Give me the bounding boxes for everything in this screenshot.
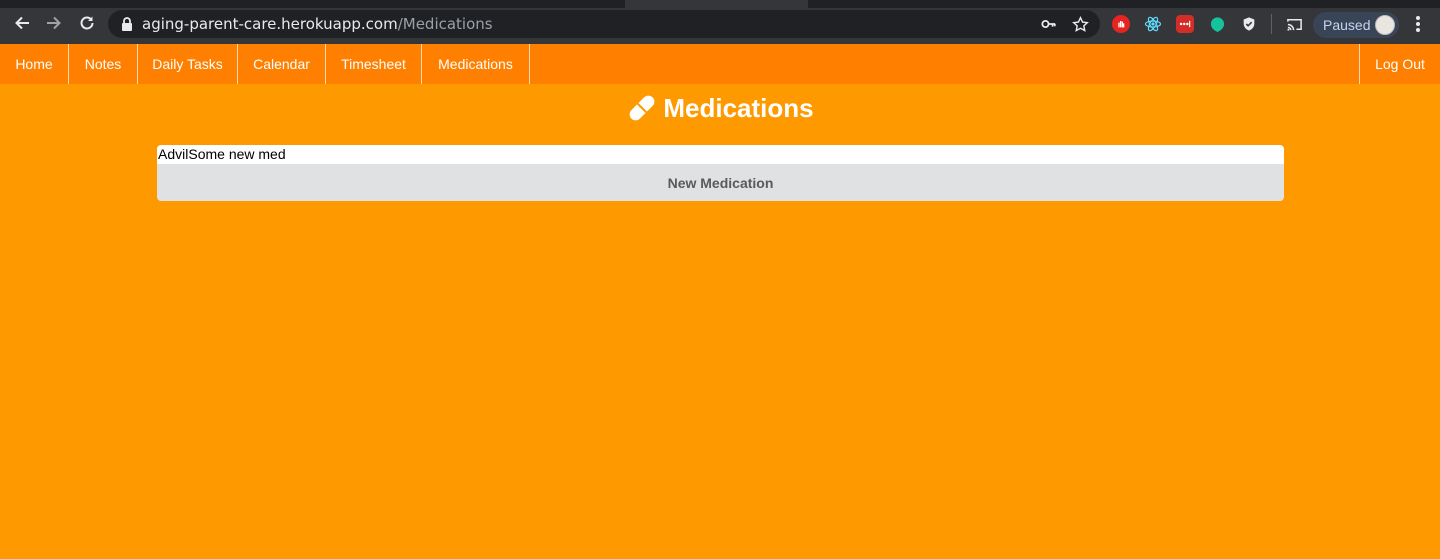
menu-icon[interactable] [1410,14,1426,34]
star-icon[interactable] [1071,15,1089,33]
adblock-extension[interactable] [1112,15,1130,33]
nav-log-out[interactable]: Log Out [1359,44,1440,84]
key-icon[interactable] [1040,15,1058,33]
url-text[interactable]: aging-parent-care.herokuapp.com/Medicati… [142,15,493,33]
avatar [1375,15,1395,35]
profile-status: Paused [1323,17,1371,33]
nav-notes[interactable]: Notes [69,44,138,84]
nav-timesheet[interactable]: Timesheet [326,44,422,84]
tab-strip [0,0,1440,8]
list-item[interactable]: Advil [158,146,188,162]
toolbar-divider [1271,14,1272,34]
nav-daily-tasks[interactable]: Daily Tasks [138,44,238,84]
new-medication-button[interactable]: New Medication [157,164,1284,201]
lastpass-extension[interactable] [1176,15,1194,33]
reload-icon[interactable] [76,12,98,34]
page-header: Medications [157,84,1284,132]
shield-extension[interactable] [1240,15,1258,33]
nav-medications[interactable]: Medications [422,44,530,84]
medications-list: AdvilSome new med [157,145,1284,164]
address-bar[interactable]: aging-parent-care.herokuapp.com/Medicati… [108,10,1100,38]
list-item[interactable]: Some new med [188,146,285,162]
url-host: aging-parent-care.herokuapp.com [142,15,398,33]
page-title: Medications [663,92,814,123]
medications-panel: AdvilSome new med New Medication [157,145,1284,201]
nav-home[interactable]: Home [0,44,69,84]
react-devtools-extension[interactable] [1144,15,1162,33]
nav-calendar[interactable]: Calendar [238,44,326,84]
forward-icon[interactable] [43,12,65,34]
cast-icon[interactable] [1285,15,1303,33]
back-icon[interactable] [11,12,33,34]
active-tab-edge [625,0,808,8]
app-navbar: Home Notes Daily Tasks Calendar Timeshee… [0,44,1440,84]
browser-toolbar: aging-parent-care.herokuapp.com/Medicati… [0,0,1440,44]
grammarly-extension[interactable] [1208,15,1226,33]
url-path: /Medications [397,15,493,33]
profile-button[interactable]: Paused [1313,12,1399,38]
pills-icon [630,95,655,121]
lock-icon[interactable] [120,16,134,32]
